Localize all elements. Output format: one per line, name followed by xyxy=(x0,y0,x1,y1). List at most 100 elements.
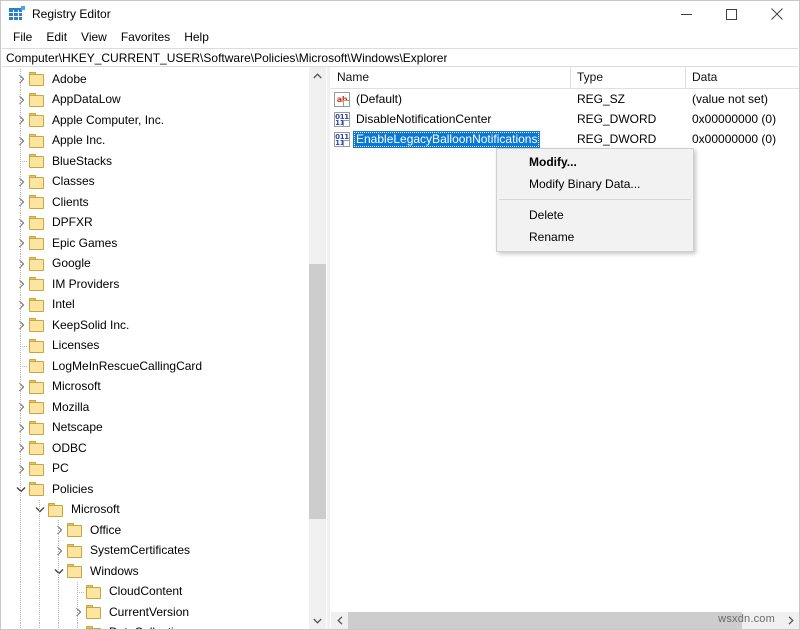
tree-node[interactable]: KeepSolid Inc. xyxy=(1,315,309,336)
tree-guide-line xyxy=(58,602,59,623)
tree-scroll-thumb[interactable] xyxy=(309,264,326,519)
chevron-down-icon[interactable] xyxy=(32,500,48,521)
chevron-right-icon[interactable] xyxy=(13,315,29,336)
context-menu-item[interactable]: Modify... xyxy=(497,151,693,173)
chevron-right-icon[interactable] xyxy=(13,418,29,439)
value-context-menu[interactable]: Modify...Modify Binary Data... DeleteRena… xyxy=(496,148,694,252)
tree-node[interactable]: Clients xyxy=(1,192,309,213)
chevron-right-icon[interactable] xyxy=(51,520,67,541)
chevron-right-icon[interactable] xyxy=(70,602,86,623)
column-header-data[interactable]: Data xyxy=(686,67,799,88)
close-button[interactable] xyxy=(754,1,799,27)
tree-node[interactable]: LogMeInRescueCallingCard xyxy=(1,356,309,377)
folder-icon xyxy=(29,277,46,291)
tree-node[interactable]: DataCollection xyxy=(1,623,309,630)
tree-node[interactable]: ODBC xyxy=(1,438,309,459)
chevron-right-icon[interactable] xyxy=(13,438,29,459)
maximize-button[interactable] xyxy=(709,1,754,27)
chevron-right-icon[interactable] xyxy=(51,541,67,562)
chevron-right-icon[interactable] xyxy=(13,213,29,234)
tree-node-label: Microsoft xyxy=(70,501,123,518)
context-menu-item[interactable]: Rename xyxy=(497,226,693,248)
tree-node[interactable]: Policies xyxy=(1,479,309,500)
menu-help[interactable]: Help xyxy=(177,28,216,47)
tree-node[interactable]: Licenses xyxy=(1,336,309,357)
tree-node-label: Apple Inc. xyxy=(51,132,108,149)
tree-node[interactable]: Intel xyxy=(1,295,309,316)
value-scroll-left-button[interactable] xyxy=(331,612,348,629)
chevron-right-icon[interactable] xyxy=(13,233,29,254)
chevron-right-icon[interactable] xyxy=(13,397,29,418)
value-row[interactable]: ab(Default)REG_SZ(value not set) xyxy=(331,89,799,109)
tree-node-label: Licenses xyxy=(51,337,102,354)
tree-node[interactable]: Classes xyxy=(1,172,309,193)
chevron-right-icon[interactable] xyxy=(13,90,29,111)
tree-node[interactable]: Netscape xyxy=(1,418,309,439)
tree-node[interactable]: Apple Inc. xyxy=(1,131,309,152)
menu-file[interactable]: File xyxy=(6,28,39,47)
folder-icon xyxy=(29,236,46,250)
tree-node[interactable]: Google xyxy=(1,254,309,275)
tree-node[interactable]: IM Providers xyxy=(1,274,309,295)
tree-node[interactable]: Mozilla xyxy=(1,397,309,418)
tree-scroll-up-button[interactable] xyxy=(309,67,326,84)
tree-node[interactable]: Windows xyxy=(1,561,309,582)
tree-node[interactable]: Microsoft xyxy=(1,377,309,398)
tree-indent xyxy=(1,274,13,295)
chevron-right-icon[interactable] xyxy=(13,459,29,480)
menu-bar: File Edit View Favorites Help xyxy=(1,27,799,48)
chevron-down-icon[interactable] xyxy=(13,479,29,500)
tree-node[interactable]: DPFXR xyxy=(1,213,309,234)
context-menu-item[interactable]: Modify Binary Data... xyxy=(497,173,693,195)
chevron-right-icon[interactable] xyxy=(13,377,29,398)
tree-indent xyxy=(1,561,51,582)
tree-guide-line xyxy=(20,213,21,234)
tree-node[interactable]: SystemCertificates xyxy=(1,541,309,562)
tree-node[interactable]: CurrentVersion xyxy=(1,602,309,623)
value-scroll-thumb[interactable] xyxy=(348,612,742,629)
tree-node[interactable]: Office xyxy=(1,520,309,541)
tree-indent xyxy=(1,377,13,398)
tree-node-label: Google xyxy=(51,255,94,272)
menu-favorites[interactable]: Favorites xyxy=(114,28,177,47)
tree-scroll-down-button[interactable] xyxy=(309,612,326,629)
chevron-right-icon[interactable] xyxy=(13,110,29,131)
chevron-right-icon[interactable] xyxy=(13,131,29,152)
tree-vertical-scrollbar[interactable] xyxy=(308,67,326,629)
chevron-right-icon[interactable] xyxy=(13,192,29,213)
minimize-button[interactable] xyxy=(664,1,709,27)
tree-node[interactable]: Apple Computer, Inc. xyxy=(1,110,309,131)
tree-guide-line xyxy=(39,541,40,562)
value-row[interactable]: 011110DisableNotificationCenterREG_DWORD… xyxy=(331,109,799,129)
tree-node[interactable]: Epic Games xyxy=(1,233,309,254)
tree-indent xyxy=(1,459,13,480)
chevron-right-icon[interactable] xyxy=(13,274,29,295)
column-header-name[interactable]: Name xyxy=(331,67,571,88)
tree-indent xyxy=(1,151,13,172)
tree-node[interactable]: AppDataLow xyxy=(1,90,309,111)
menu-edit[interactable]: Edit xyxy=(39,28,74,47)
tree-node[interactable]: PC xyxy=(1,459,309,480)
tree-node[interactable]: CloudContent xyxy=(1,582,309,603)
chevron-right-icon[interactable] xyxy=(13,69,29,90)
registry-key-tree[interactable]: AdobeAppDataLowApple Computer, Inc.Apple… xyxy=(1,67,309,629)
tree-node-label: Epic Games xyxy=(51,235,120,252)
chevron-right-icon[interactable] xyxy=(13,172,29,193)
tree-node-no-chevron xyxy=(70,623,86,630)
chevron-down-icon[interactable] xyxy=(51,561,67,582)
address-bar[interactable]: Computer\HKEY_CURRENT_USER\Software\Poli… xyxy=(2,48,798,67)
tree-guide-line xyxy=(20,438,21,459)
chevron-right-icon[interactable] xyxy=(13,295,29,316)
tree-node[interactable]: Adobe xyxy=(1,69,309,90)
column-header-type[interactable]: Type xyxy=(571,67,686,88)
value-name-text: (Default) xyxy=(353,91,405,108)
chevron-right-icon[interactable] xyxy=(13,254,29,275)
value-row[interactable]: 011110EnableLegacyBalloonNotificationsRE… xyxy=(331,129,799,149)
tree-node[interactable]: BlueStacks xyxy=(1,151,309,172)
value-scroll-right-button[interactable] xyxy=(782,612,799,629)
tree-guide-line xyxy=(58,623,59,630)
context-menu-item[interactable]: Delete xyxy=(497,204,693,226)
tree-node[interactable]: Microsoft xyxy=(1,500,309,521)
menu-view[interactable]: View xyxy=(74,28,114,47)
tree-node-label: IM Providers xyxy=(51,276,122,293)
